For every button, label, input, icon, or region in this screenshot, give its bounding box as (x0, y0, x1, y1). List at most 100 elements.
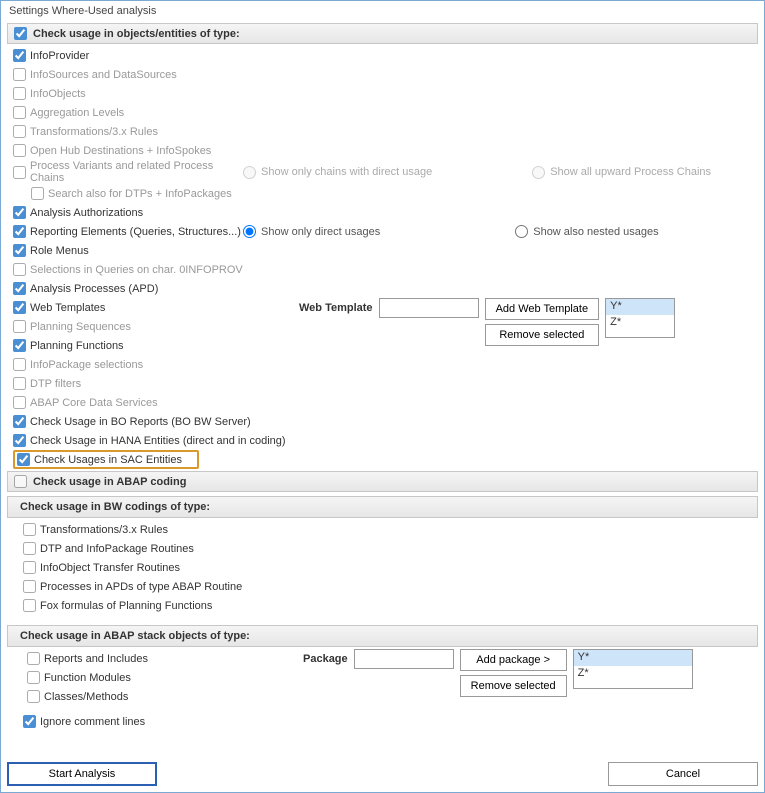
open-hub-label: Open Hub Destinations + InfoSpokes (30, 145, 211, 157)
infoobject-transfer-checkbox[interactable] (23, 561, 36, 574)
re-radio-nested-label: Show also nested usages (533, 226, 658, 238)
web-templates-label: Web Templates (30, 302, 105, 314)
analysis-processes-label: Analysis Processes (APD) (30, 283, 158, 295)
ignore-comments-label: Ignore comment lines (40, 716, 145, 728)
selections-queries-checkbox[interactable] (13, 263, 26, 276)
dialog-content: Check usage in objects/entities of type:… (1, 21, 764, 756)
selections-queries-label: Selections in Queries on char. 0INFOPROV (30, 264, 243, 276)
analysis-auth-checkbox[interactable] (13, 206, 26, 219)
fox-formulas-checkbox[interactable] (23, 599, 36, 612)
web-template-input[interactable] (379, 298, 479, 318)
planning-functions-label: Planning Functions (30, 340, 124, 352)
process-variants-checkbox[interactable] (13, 166, 26, 179)
web-template-list[interactable]: Y* Z* (605, 298, 675, 338)
transformations-checkbox[interactable] (13, 125, 26, 138)
list-item[interactable]: Y* (574, 650, 692, 666)
pv-radio-direct[interactable] (243, 166, 256, 179)
section-abap-coding-title: Check usage in ABAP coding (33, 476, 186, 488)
infoobjects-label: InfoObjects (30, 88, 86, 100)
check-usage-abap-coding-checkbox[interactable] (14, 475, 27, 488)
add-package-button[interactable]: Add package > (460, 649, 567, 671)
hana-entities-label: Check Usage in HANA Entities (direct and… (30, 435, 286, 447)
analysis-auth-label: Analysis Authorizations (30, 207, 143, 219)
list-item[interactable]: Z* (606, 315, 674, 331)
settings-dialog: Settings Where-Used analysis Check usage… (0, 0, 765, 793)
infosources-label: InfoSources and DataSources (30, 69, 177, 81)
abap-cds-checkbox[interactable] (13, 396, 26, 409)
apd-abap-label: Processes in APDs of type ABAP Routine (40, 581, 242, 593)
infopackage-selections-checkbox[interactable] (13, 358, 26, 371)
process-variants-label: Process Variants and related Process Cha… (30, 160, 243, 184)
infoobject-transfer-label: InfoObject Transfer Routines (40, 562, 180, 574)
section-bw-codings-title: Check usage in BW codings of type: (20, 501, 210, 513)
classes-methods-checkbox[interactable] (27, 690, 40, 703)
add-web-template-button[interactable]: Add Web Template (485, 298, 600, 320)
aggregation-levels-checkbox[interactable] (13, 106, 26, 119)
pv-radio-upward[interactable] (532, 166, 545, 179)
bo-reports-label: Check Usage in BO Reports (BO BW Server) (30, 416, 251, 428)
list-item[interactable]: Y* (606, 299, 674, 315)
planning-sequences-label: Planning Sequences (30, 321, 131, 333)
hana-entities-checkbox[interactable] (13, 434, 26, 447)
apd-abap-checkbox[interactable] (23, 580, 36, 593)
abap-cds-label: ABAP Core Data Services (30, 397, 158, 409)
section-bw-codings-header: Check usage in BW codings of type: (7, 496, 758, 518)
section-objects-title: Check usage in objects/entities of type: (33, 28, 240, 40)
dialog-footer: Start Analysis Cancel (1, 756, 764, 792)
sac-entities-highlight: Check Usages in SAC Entities (13, 450, 199, 469)
bw-transformations-label: Transformations/3.x Rules (40, 524, 168, 536)
infoprovider-checkbox[interactable] (13, 49, 26, 62)
search-dtps-checkbox[interactable] (31, 187, 44, 200)
dtp-filters-checkbox[interactable] (13, 377, 26, 390)
sac-entities-checkbox[interactable] (17, 453, 30, 466)
infoprovider-label: InfoProvider (30, 50, 89, 62)
reports-includes-label: Reports and Includes (44, 653, 148, 665)
aggregation-levels-label: Aggregation Levels (30, 107, 124, 119)
pv-radio-upward-label: Show all upward Process Chains (550, 166, 711, 178)
section-objects-header: Check usage in objects/entities of type: (7, 23, 758, 44)
check-usage-objects-checkbox[interactable] (14, 27, 27, 40)
open-hub-checkbox[interactable] (13, 144, 26, 157)
dtp-filters-label: DTP filters (30, 378, 81, 390)
package-input[interactable] (354, 649, 454, 669)
transformations-label: Transformations/3.x Rules (30, 126, 158, 138)
web-templates-checkbox[interactable] (13, 301, 26, 314)
dtp-routines-label: DTP and InfoPackage Routines (40, 543, 194, 555)
start-analysis-button[interactable]: Start Analysis (7, 762, 157, 786)
planning-functions-checkbox[interactable] (13, 339, 26, 352)
infoobjects-checkbox[interactable] (13, 87, 26, 100)
cancel-button[interactable]: Cancel (608, 762, 758, 786)
infopackage-selections-label: InfoPackage selections (30, 359, 143, 371)
list-item[interactable]: Z* (574, 666, 692, 682)
planning-sequences-checkbox[interactable] (13, 320, 26, 333)
remove-selected-wt-button[interactable]: Remove selected (485, 324, 600, 346)
reports-includes-checkbox[interactable] (27, 652, 40, 665)
bo-reports-checkbox[interactable] (13, 415, 26, 428)
package-list[interactable]: Y* Z* (573, 649, 693, 689)
dialog-title: Settings Where-Used analysis (1, 1, 764, 21)
re-radio-nested[interactable] (515, 225, 528, 238)
role-menus-label: Role Menus (30, 245, 89, 257)
re-radio-direct-label: Show only direct usages (261, 226, 380, 238)
ignore-comments-checkbox[interactable] (23, 715, 36, 728)
analysis-processes-checkbox[interactable] (13, 282, 26, 295)
bw-transformations-checkbox[interactable] (23, 523, 36, 536)
reporting-elements-checkbox[interactable] (13, 225, 26, 238)
section-abap-stack-body: Reports and Includes Function Modules Cl… (7, 647, 758, 733)
remove-selected-pkg-button[interactable]: Remove selected (460, 675, 567, 697)
fox-formulas-label: Fox formulas of Planning Functions (40, 600, 212, 612)
section-abap-stack-title: Check usage in ABAP stack objects of typ… (20, 630, 250, 642)
section-bw-codings-body: Transformations/3.x Rules DTP and InfoPa… (7, 518, 758, 617)
section-objects-body: InfoProvider InfoSources and DataSources… (7, 44, 758, 471)
infosources-checkbox[interactable] (13, 68, 26, 81)
sac-entities-label: Check Usages in SAC Entities (34, 454, 182, 466)
dtp-routines-checkbox[interactable] (23, 542, 36, 555)
package-label: Package (303, 649, 348, 665)
classes-methods-label: Classes/Methods (44, 691, 128, 703)
section-abap-coding-header: Check usage in ABAP coding (7, 471, 758, 492)
section-abap-stack-header: Check usage in ABAP stack objects of typ… (7, 625, 758, 647)
role-menus-checkbox[interactable] (13, 244, 26, 257)
function-modules-checkbox[interactable] (27, 671, 40, 684)
re-radio-direct[interactable] (243, 225, 256, 238)
search-dtps-label: Search also for DTPs + InfoPackages (48, 188, 232, 200)
